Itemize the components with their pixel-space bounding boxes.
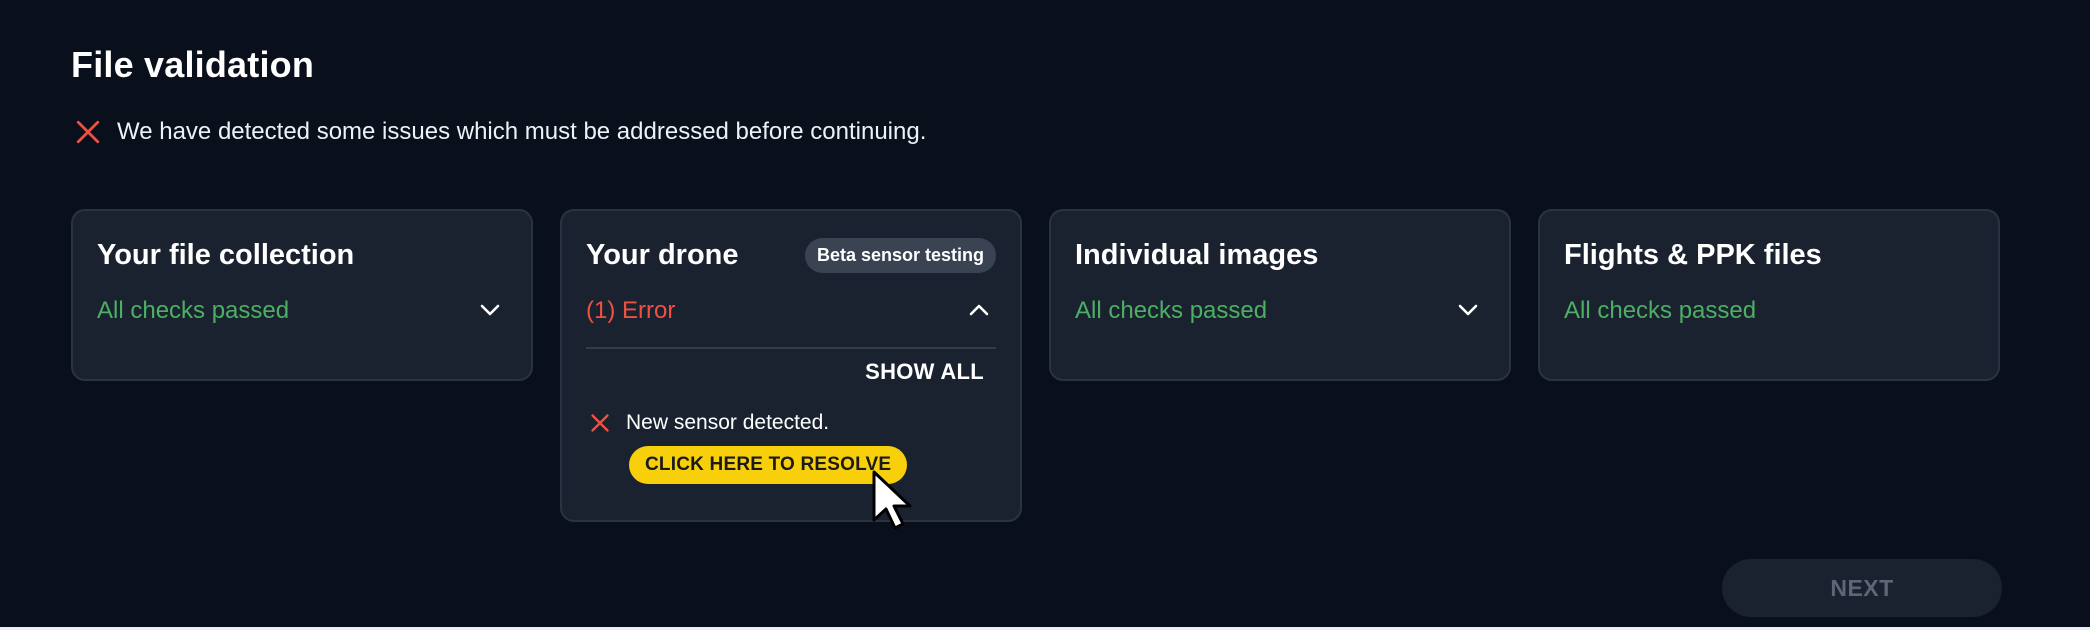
card-individual-images: Individual images All checks passed — [1049, 209, 1511, 381]
close-icon — [591, 414, 609, 432]
card-status: (1) Error — [586, 297, 676, 324]
chevron-down-icon[interactable] — [1457, 303, 1479, 317]
card-title: Flights & PPK files — [1564, 239, 1822, 271]
card-file-collection: Your file collection All checks passed — [71, 209, 533, 381]
chevron-up-icon[interactable] — [968, 303, 990, 317]
issue-text: New sensor detected. — [626, 411, 830, 434]
card-title: Your drone — [586, 239, 739, 271]
card-status: All checks passed — [1564, 297, 1757, 324]
show-all-button[interactable]: SHOW ALL — [865, 359, 984, 385]
card-status: All checks passed — [97, 297, 290, 324]
file-validation-page: File validation We have detected some is… — [0, 0, 2090, 630]
card-status: All checks passed — [1075, 297, 1268, 324]
card-title: Your file collection — [97, 239, 355, 271]
issue-item: New sensor detected. — [590, 411, 829, 435]
card-title: Individual images — [1075, 239, 1319, 271]
close-icon — [76, 120, 100, 144]
beta-badge: Beta sensor testing — [804, 238, 996, 273]
issue-message: We have detected some issues which must … — [117, 118, 927, 145]
resolve-button[interactable]: CLICK HERE TO RESOLVE — [629, 446, 908, 484]
next-button[interactable]: NEXT — [1722, 559, 2002, 617]
chevron-down-icon[interactable] — [479, 303, 501, 317]
page-title: File validation — [71, 44, 315, 85]
issue-banner: We have detected some issues which must … — [75, 118, 926, 146]
divider — [586, 347, 996, 349]
card-your-drone: Your drone Beta sensor testing (1) Error… — [560, 209, 1022, 522]
card-flights-ppk: Flights & PPK files All checks passed — [1538, 209, 2000, 381]
